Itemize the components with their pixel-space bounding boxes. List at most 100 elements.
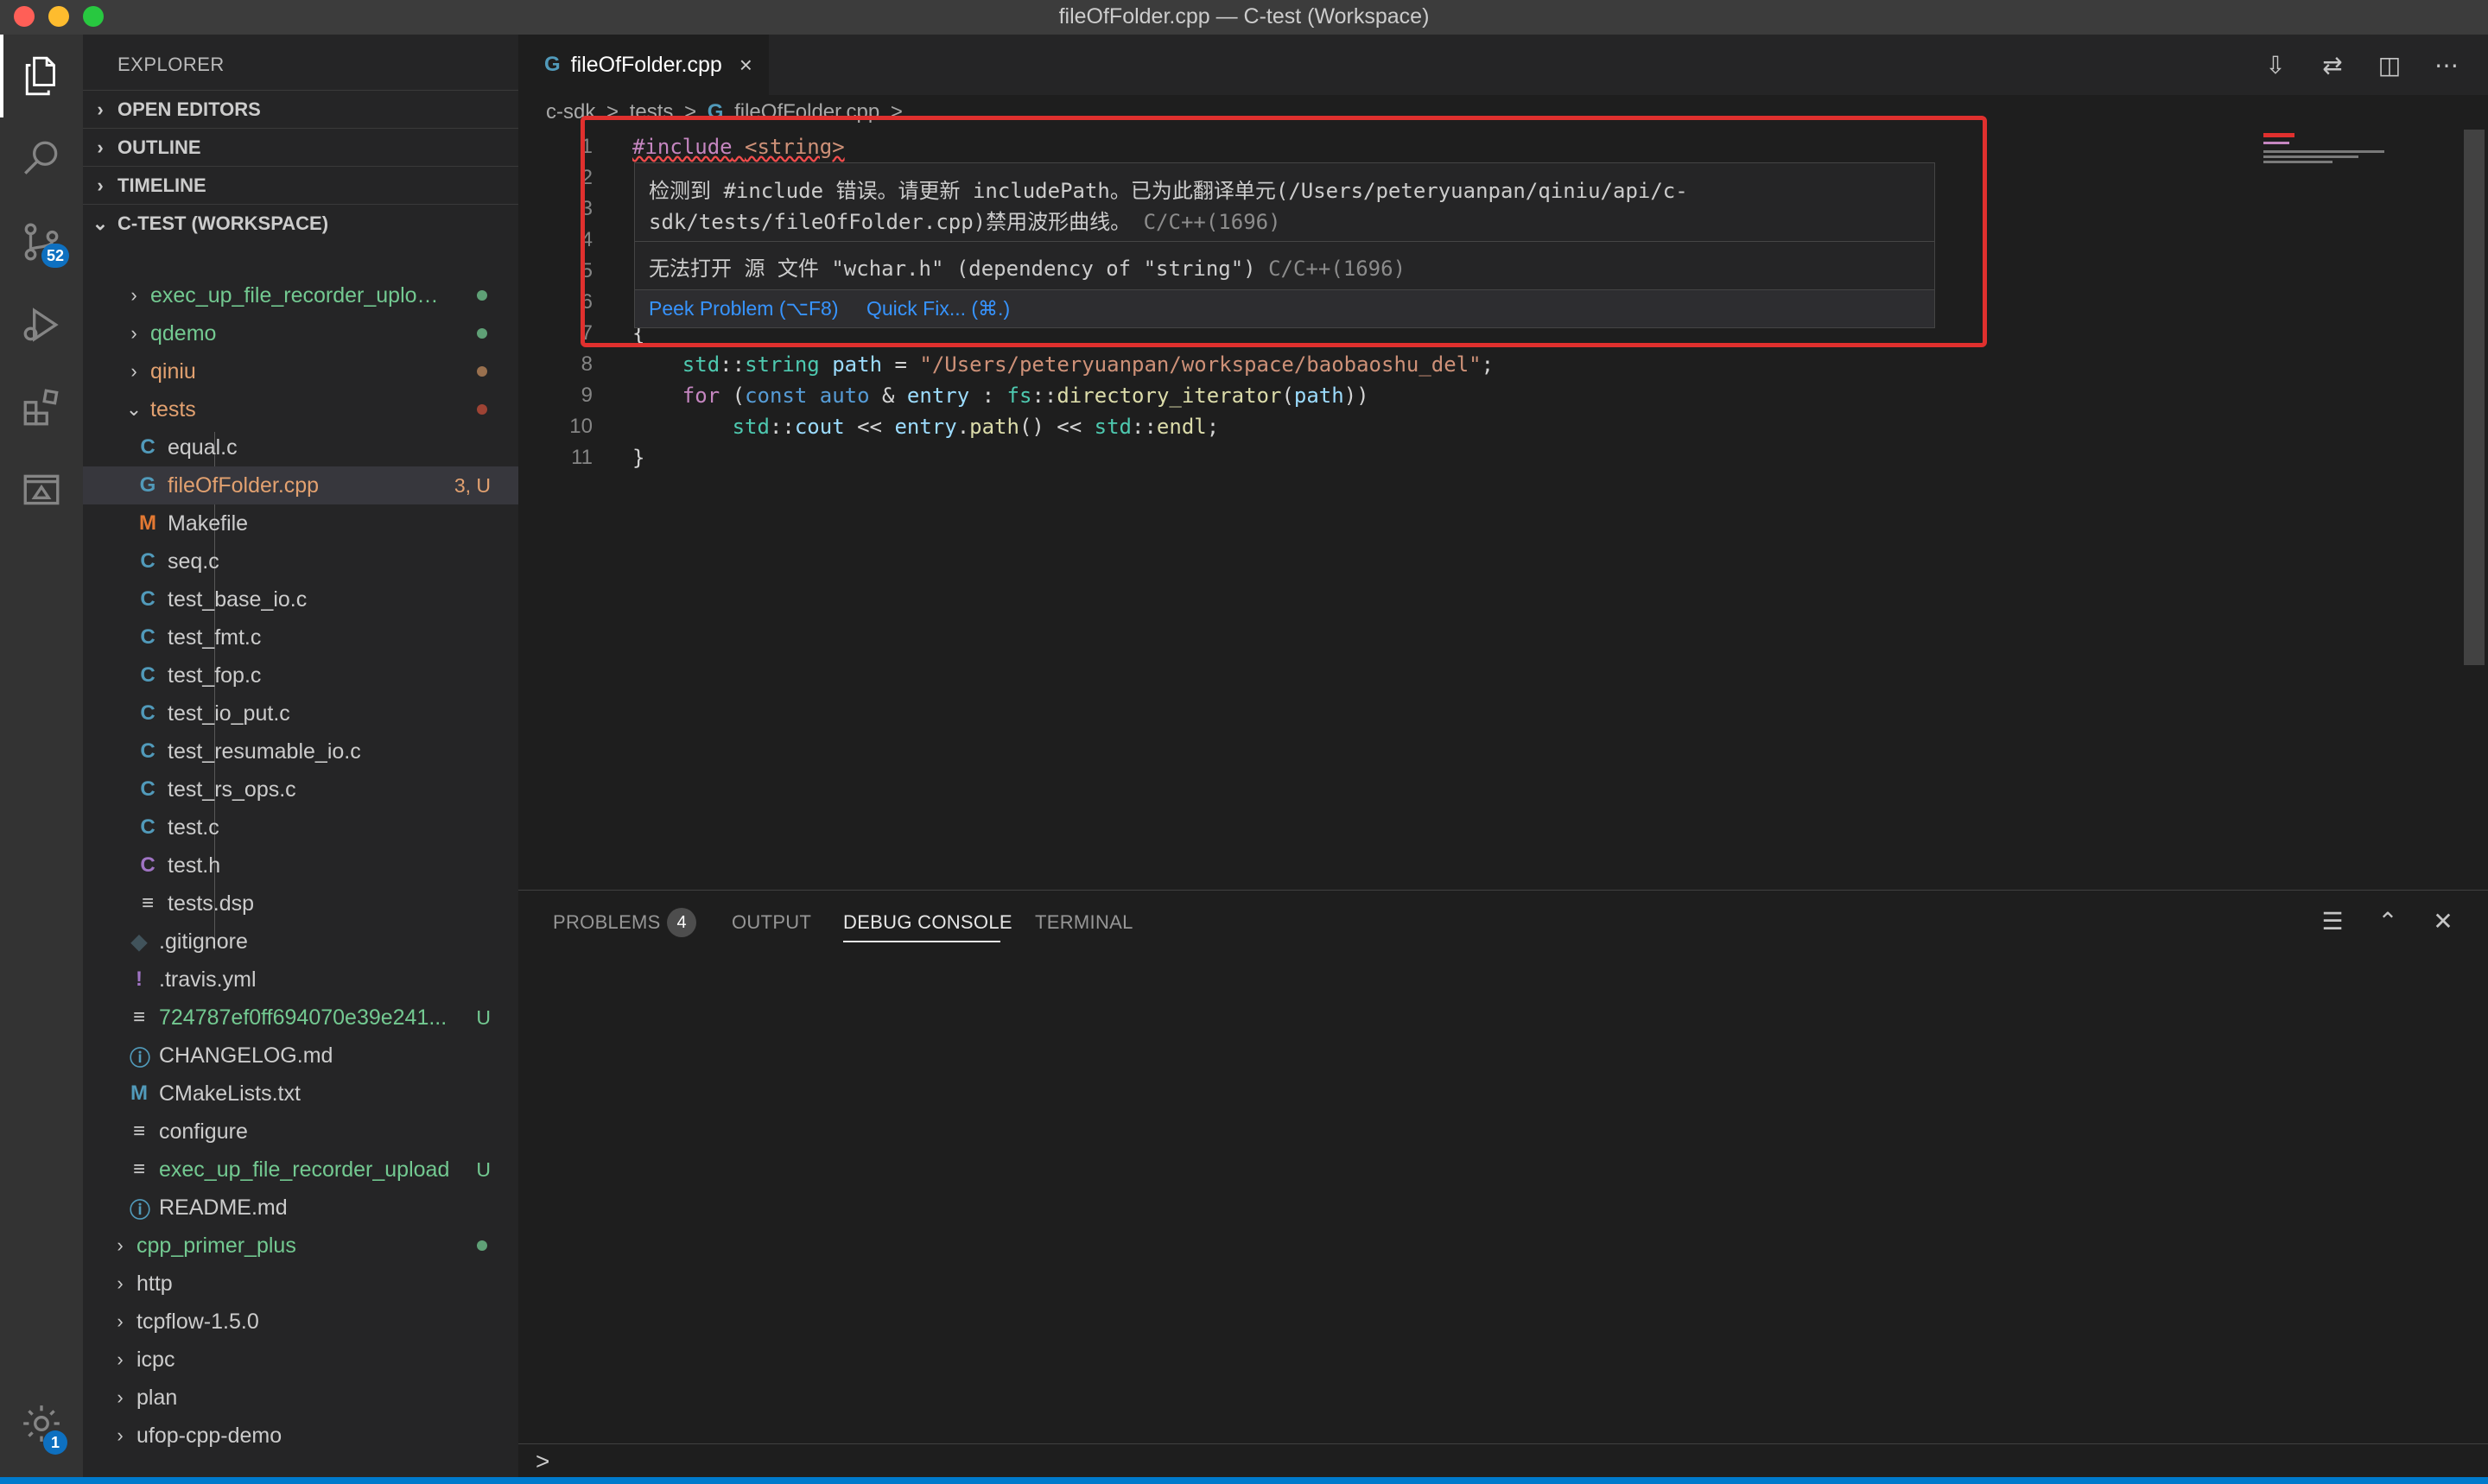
section-timeline[interactable]: › TIMELINE: [83, 166, 518, 204]
tree-item-label: qiniu: [150, 358, 196, 384]
file-type-icon: C: [140, 435, 156, 459]
more-actions-icon[interactable]: ⋯: [2431, 50, 2462, 81]
file-type-icon: C: [140, 701, 156, 725]
tree-item-label: test_rs_ops.c: [168, 777, 296, 802]
file-type-icon: C: [140, 853, 156, 877]
tree-item[interactable]: › ufop-cpp-demo: [83, 1417, 518, 1455]
tree-item[interactable]: M CMakeLists.txt: [83, 1075, 518, 1113]
tree-item[interactable]: M Makefile: [83, 504, 518, 542]
code-line: std::cout << entry.path() << std::endl;: [732, 415, 1220, 439]
clear-console-icon[interactable]: ☰: [2317, 906, 2348, 937]
file-type-icon: M: [139, 511, 156, 535]
chevron-right-icon: ›: [130, 284, 137, 306]
file-type-icon: ≡: [141, 891, 154, 915]
tree-item-label: icpc: [136, 1347, 175, 1372]
tree-item[interactable]: › cpp_primer_plus: [83, 1227, 518, 1265]
tree-item[interactable]: ⓘ README.md: [83, 1189, 518, 1227]
tab-terminal[interactable]: TERMINAL: [1035, 911, 1133, 934]
close-panel-icon[interactable]: ✕: [2428, 906, 2459, 937]
editor-scrollbar[interactable]: [2464, 130, 2485, 665]
chevron-right-icon: ›: [130, 360, 137, 382]
tree-item-label: .gitignore: [159, 929, 248, 954]
tree-item[interactable]: ⓘ CHANGELOG.md: [83, 1037, 518, 1075]
prompt-chevron-icon: >: [536, 1448, 550, 1474]
line-number: 9: [581, 384, 593, 407]
tree-item[interactable]: Ctest.h: [83, 847, 518, 885]
file-type-icon: M: [130, 1081, 148, 1105]
tree-item[interactable]: ⌄ tests: [83, 390, 518, 428]
compare-icon[interactable]: ⇄: [2317, 50, 2348, 81]
tree-item-label: CHANGELOG.md: [159, 1043, 333, 1068]
tree-item[interactable]: ≡ exec_up_file_recorder_upload U: [83, 1151, 518, 1189]
cpp-file-icon: G: [544, 53, 561, 76]
chevron-right-icon: ›: [117, 1272, 124, 1294]
search-icon[interactable]: [0, 117, 83, 200]
tree-item[interactable]: ≡ 724787ef0ff694070e39e241... U: [83, 999, 518, 1037]
modified-dot-icon: [477, 366, 487, 377]
gear-icon[interactable]: 1: [0, 1382, 83, 1465]
file-type-icon: ≡: [132, 1005, 145, 1029]
tree-item[interactable]: › exec_up_file_recorder_upload...: [83, 276, 518, 314]
tree-item-label: tests: [150, 396, 196, 422]
tree-item-label: .travis.yml: [159, 967, 257, 992]
title-bar: fileOfFolder.cpp — C-test (Workspace): [0, 0, 2488, 35]
tree-item[interactable]: ◆ .gitignore: [83, 923, 518, 961]
tree-item-label: exec_up_file_recorder_upload...: [150, 282, 444, 308]
modified-dot-icon: [477, 1240, 487, 1251]
close-icon[interactable]: ×: [739, 52, 752, 79]
tree-item[interactable]: › qiniu: [83, 352, 518, 390]
modified-dot-icon: [477, 404, 487, 415]
file-type-icon: ⓘ: [130, 1198, 150, 1222]
source-control-icon[interactable]: 52: [0, 200, 83, 283]
tab-problems[interactable]: PROBLEMS: [553, 911, 661, 934]
extensions-icon[interactable]: [0, 366, 83, 449]
tree-item[interactable]: › qdemo: [83, 314, 518, 352]
tree-item[interactable]: › plan: [83, 1379, 518, 1417]
run-debug-icon[interactable]: [0, 283, 83, 366]
line-number: 10: [569, 415, 593, 438]
window-title: fileOfFolder.cpp — C-test (Workspace): [1058, 4, 1430, 29]
file-type-icon: C: [140, 549, 156, 573]
tree-item[interactable]: Cequal.c: [83, 428, 518, 466]
file-type-icon: C: [140, 587, 156, 611]
activity-bar: 52 1: [0, 35, 83, 1477]
file-type-icon: ≡: [132, 1119, 145, 1143]
tab-fileoffolder[interactable]: G fileOfFolder.cpp ×: [518, 35, 769, 95]
tree-item[interactable]: Ctest_rs_ops.c: [83, 771, 518, 809]
remote-explorer-icon[interactable]: [0, 449, 83, 532]
open-changes-icon[interactable]: ⇩: [2260, 50, 2291, 81]
tree-item[interactable]: › tcpflow-1.5.0: [83, 1303, 518, 1341]
tab-debug-console[interactable]: DEBUG CONSOLE: [843, 911, 1012, 934]
section-workspace[interactable]: ⌄ C-TEST (WORKSPACE): [83, 204, 518, 242]
debug-console-input[interactable]: >: [518, 1443, 2488, 1478]
tree-item[interactable]: ≡ tests.dsp: [83, 885, 518, 923]
tab-label: fileOfFolder.cpp: [570, 52, 722, 77]
tree-item-label: test_fop.c: [168, 663, 262, 688]
file-type-icon: ⓘ: [130, 1046, 150, 1070]
section-outline[interactable]: › OUTLINE: [83, 128, 518, 166]
tree-item-label: cpp_primer_plus: [136, 1233, 296, 1258]
tree-item[interactable]: › http: [83, 1265, 518, 1303]
tree-item[interactable]: ! .travis.yml: [83, 961, 518, 999]
split-editor-icon[interactable]: ◫: [2374, 50, 2405, 81]
code-line: for (const auto & entry : fs::directory_…: [682, 384, 1369, 408]
minimap[interactable]: [2263, 130, 2462, 181]
code-line: }: [632, 446, 645, 470]
tree-item[interactable]: Ctest_base_io.c: [83, 580, 518, 618]
tree-item[interactable]: Cseq.c: [83, 542, 518, 580]
tree-item[interactable]: Ctest_fmt.c: [83, 618, 518, 656]
section-open-editors[interactable]: › OPEN EDITORS: [83, 90, 518, 128]
maximize-panel-icon[interactable]: ⌃: [2372, 906, 2403, 937]
tree-item[interactable]: ≡ configure: [83, 1113, 518, 1151]
tree-item[interactable]: GfileOfFolder.cpp 3, U: [83, 466, 518, 504]
tree-item[interactable]: Ctest.c: [83, 809, 518, 847]
tree-item[interactable]: Ctest_fop.c: [83, 656, 518, 694]
file-type-icon: ◆: [130, 929, 148, 954]
line-number: 11: [571, 446, 593, 469]
tree-item[interactable]: Ctest_io_put.c: [83, 694, 518, 732]
file-type-icon: !: [136, 967, 143, 991]
explorer-icon[interactable]: [0, 35, 83, 117]
tree-item[interactable]: Ctest_resumable_io.c: [83, 732, 518, 771]
tab-output[interactable]: OUTPUT: [732, 911, 811, 934]
tree-item[interactable]: › icpc: [83, 1341, 518, 1379]
